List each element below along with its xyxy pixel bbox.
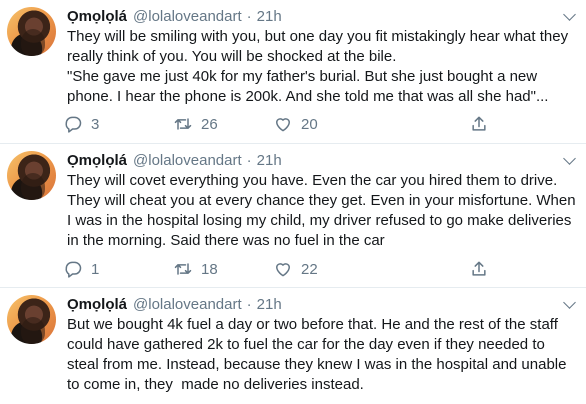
- retweet-button[interactable]: 26: [173, 113, 218, 135]
- reply-button[interactable]: 1: [63, 258, 99, 280]
- tweet[interactable]: Ọmọlọlá @lolaloveandart · 21h They will cov…: [0, 144, 586, 288]
- reply-icon: [65, 116, 82, 133]
- retweet-icon: [174, 118, 192, 130]
- reply-count: 3: [91, 115, 100, 133]
- share-button[interactable]: [469, 258, 489, 280]
- display-name[interactable]: Ọmọlọlá: [67, 296, 127, 313]
- chevron-down-icon[interactable]: [563, 8, 576, 21]
- like-count: 22: [301, 260, 318, 278]
- tweet-text: They will covet everything you have. Eve…: [67, 172, 576, 249]
- like-button[interactable]: 22: [273, 258, 318, 280]
- tweet-actions: 3 26 20: [63, 113, 503, 135]
- user-handle[interactable]: @lolaloveandart: [133, 152, 242, 169]
- like-button[interactable]: 20: [273, 113, 318, 135]
- heart-icon: [276, 263, 290, 277]
- tweet-text: But we bought 4k fuel a day or two befor…: [67, 316, 567, 393]
- user-handle[interactable]: @lolaloveandart: [133, 296, 242, 313]
- timestamp[interactable]: 21h: [257, 8, 282, 25]
- reply-icon: [65, 261, 82, 278]
- timestamp[interactable]: 21h: [257, 296, 282, 313]
- chevron-down-icon[interactable]: [563, 296, 576, 309]
- heart-icon: [276, 118, 290, 132]
- tweet-header: Ọmọlọlá @lolaloveandart · 21h: [67, 151, 282, 171]
- user-handle[interactable]: @lolaloveandart: [133, 8, 242, 25]
- chevron-down-icon[interactable]: [563, 152, 576, 165]
- share-icon: [472, 261, 486, 276]
- tweet-header: Ọmọlọlá @lolaloveandart · 21h: [67, 7, 282, 27]
- display-name[interactable]: Ọmọlọlá: [67, 152, 127, 169]
- share-icon: [472, 116, 486, 131]
- retweet-button[interactable]: 18: [173, 258, 218, 280]
- separator-dot: ·: [246, 296, 252, 313]
- separator-dot: ·: [246, 152, 252, 169]
- display-name[interactable]: Ọmọlọlá: [67, 8, 127, 25]
- avatar[interactable]: [7, 151, 56, 200]
- tweet-header: Ọmọlọlá @lolaloveandart · 21h: [67, 295, 282, 315]
- retweet-count: 18: [201, 260, 218, 278]
- avatar[interactable]: [7, 295, 56, 344]
- retweet-count: 26: [201, 115, 218, 133]
- like-count: 20: [301, 115, 318, 133]
- timestamp[interactable]: 21h: [257, 152, 282, 169]
- reply-count: 1: [91, 260, 100, 278]
- share-button[interactable]: [469, 113, 489, 135]
- tweet[interactable]: Ọmọlọlá @lolaloveandart · 21h But we bought…: [0, 288, 586, 404]
- separator-dot: ·: [246, 8, 252, 25]
- reply-button[interactable]: 3: [63, 113, 99, 135]
- avatar[interactable]: [7, 7, 56, 56]
- tweet[interactable]: Ọmọlọlá @lolaloveandart · 21h They will be …: [0, 0, 586, 144]
- tweet-text: They will be smiling with you, but one d…: [67, 28, 569, 105]
- retweet-icon: [174, 263, 192, 275]
- tweet-actions: 1 18 22: [63, 258, 503, 280]
